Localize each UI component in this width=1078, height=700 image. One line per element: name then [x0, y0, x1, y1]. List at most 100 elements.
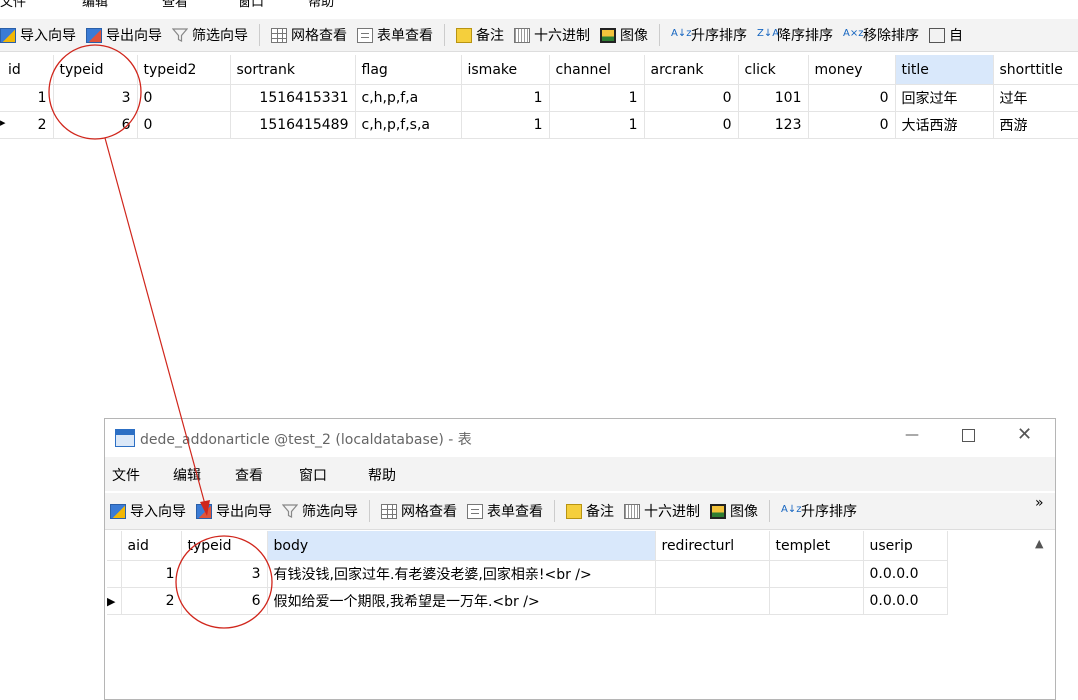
hex-label: 十六进制: [644, 504, 700, 520]
table-row[interactable]: 1 3 0 1516415331 c,h,p,f,a 1 1 0 101 0 回…: [0, 84, 1078, 112]
table-row[interactable]: ▶ 2 6 假如给爱一个期限,我希望是一万年.<br /> 0.0.0.0: [107, 587, 948, 615]
col-header-channel[interactable]: channel: [549, 55, 645, 85]
col-header-ismake[interactable]: ismake: [461, 55, 550, 85]
hex-button[interactable]: 十六进制: [509, 22, 595, 48]
export-wizard-button[interactable]: 导出向导: [191, 498, 277, 524]
menu-edit[interactable]: 编辑: [173, 465, 201, 485]
menu-window[interactable]: 窗口: [299, 465, 327, 485]
hex-button[interactable]: 十六进制: [619, 498, 705, 524]
cell-channel[interactable]: 1: [549, 84, 645, 112]
col-header-money[interactable]: money: [808, 55, 896, 85]
menu-file[interactable]: 文件: [0, 0, 26, 10]
grid-view-button[interactable]: 网格查看: [376, 498, 462, 524]
cell-money[interactable]: 0: [808, 84, 896, 112]
cell-flag[interactable]: c,h,p,f,a: [355, 84, 462, 112]
grid-icon: [381, 503, 397, 519]
cell-typeid[interactable]: 6: [53, 111, 138, 139]
cell-aid[interactable]: 1: [121, 560, 182, 588]
cell-shorttitle[interactable]: 西游: [993, 111, 1078, 139]
close-icon[interactable]: ✕: [1017, 424, 1032, 445]
cell-body[interactable]: 假如给爱一个期限,我希望是一万年.<br />: [267, 587, 656, 615]
table-row[interactable]: 1 3 有钱没钱,回家过年.有老婆没老婆,回家相亲!<br /> 0.0.0.0: [107, 560, 948, 588]
cell-typeid[interactable]: 3: [181, 560, 268, 588]
menu-window[interactable]: 窗口: [238, 0, 264, 10]
row-selector[interactable]: ▶: [107, 587, 122, 615]
sort-asc-button[interactable]: A↓z 升序排序: [666, 22, 752, 48]
minimize-icon[interactable]: —: [905, 427, 919, 443]
cell-sortrank[interactable]: 1516415331: [230, 84, 356, 112]
filter-wizard-button[interactable]: 筛选向导: [277, 498, 363, 524]
toolbar-divider: [369, 500, 370, 522]
cell-typeid2[interactable]: 0: [137, 84, 231, 112]
cell-click[interactable]: 123: [738, 111, 809, 139]
memo-button[interactable]: 备注: [451, 22, 509, 48]
maximize-icon[interactable]: [962, 429, 975, 442]
cell-typeid2[interactable]: 0: [137, 111, 231, 139]
cell-title[interactable]: 大话西游: [895, 111, 994, 139]
cell-click[interactable]: 101: [738, 84, 809, 112]
col-header-templet[interactable]: templet: [769, 531, 864, 561]
cell-id[interactable]: 1: [0, 84, 54, 112]
cell-money[interactable]: 0: [808, 111, 896, 139]
cell-userip[interactable]: 0.0.0.0: [863, 587, 948, 615]
col-header-click[interactable]: click: [738, 55, 809, 85]
row-selector[interactable]: [107, 560, 122, 588]
cell-flag[interactable]: c,h,p,f,s,a: [355, 111, 462, 139]
form-view-button[interactable]: 表单查看: [462, 498, 548, 524]
cell-redirecturl[interactable]: [655, 560, 770, 588]
import-wizard-button[interactable]: 导入向导: [105, 498, 191, 524]
cell-ismake[interactable]: 1: [461, 111, 550, 139]
cell-channel[interactable]: 1: [549, 111, 645, 139]
import-wizard-button[interactable]: 导入向导: [0, 22, 81, 48]
col-header-userip[interactable]: userip: [863, 531, 948, 561]
sort-asc-button[interactable]: A↓z 升序排序: [776, 498, 862, 524]
menu-view[interactable]: 查看: [235, 465, 263, 485]
scroll-up-icon[interactable]: ▲: [1035, 537, 1043, 550]
cell-templet[interactable]: [769, 560, 864, 588]
col-header-typeid[interactable]: typeid: [181, 531, 268, 561]
menu-view[interactable]: 查看: [162, 0, 188, 10]
col-header-arcrank[interactable]: arcrank: [644, 55, 739, 85]
cell-arcrank[interactable]: 0: [644, 111, 739, 139]
menu-help[interactable]: 帮助: [368, 465, 396, 485]
cell-ismake[interactable]: 1: [461, 84, 550, 112]
remove-sort-icon: A×z: [843, 27, 864, 39]
col-header-typeid2[interactable]: typeid2: [137, 55, 231, 85]
col-header-aid[interactable]: aid: [121, 531, 182, 561]
menu-help[interactable]: 帮助: [308, 0, 334, 10]
cell-redirecturl[interactable]: [655, 587, 770, 615]
col-header-body[interactable]: body: [267, 531, 656, 561]
image-button[interactable]: 图像: [705, 498, 763, 524]
auto-button[interactable]: 自: [924, 22, 968, 48]
sort-desc-button[interactable]: Z↓A 降序排序: [752, 22, 838, 48]
col-header-shorttitle[interactable]: shorttitle: [993, 55, 1078, 85]
col-header-title[interactable]: title: [895, 55, 994, 85]
col-header-sortrank[interactable]: sortrank: [230, 55, 356, 85]
cell-typeid[interactable]: 3: [53, 84, 138, 112]
menu-file[interactable]: 文件: [112, 465, 140, 485]
filter-wizard-button[interactable]: 筛选向导: [167, 22, 253, 48]
cell-body[interactable]: 有钱没钱,回家过年.有老婆没老婆,回家相亲!<br />: [267, 560, 656, 588]
col-header-redirecturl[interactable]: redirecturl: [655, 531, 770, 561]
table-row[interactable]: 2 6 0 1516415489 c,h,p,f,s,a 1 1 0 123 0…: [0, 111, 1078, 139]
remove-sort-button[interactable]: A×z 移除排序: [838, 22, 924, 48]
cell-aid[interactable]: 2: [121, 587, 182, 615]
col-header-flag[interactable]: flag: [355, 55, 462, 85]
cell-typeid[interactable]: 6: [181, 587, 268, 615]
row-selector-header: [107, 531, 122, 561]
cell-userip[interactable]: 0.0.0.0: [863, 560, 948, 588]
toolbar-overflow-icon[interactable]: »: [1035, 495, 1044, 511]
cell-templet[interactable]: [769, 587, 864, 615]
form-view-button[interactable]: 表单查看: [352, 22, 438, 48]
grid-view-button[interactable]: 网格查看: [266, 22, 352, 48]
cell-sortrank[interactable]: 1516415489: [230, 111, 356, 139]
export-wizard-button[interactable]: 导出向导: [81, 22, 167, 48]
cell-arcrank[interactable]: 0: [644, 84, 739, 112]
image-button[interactable]: 图像: [595, 22, 653, 48]
cell-title[interactable]: 回家过年: [895, 84, 994, 112]
menu-edit[interactable]: 编辑: [82, 0, 108, 10]
col-header-id[interactable]: id: [0, 55, 54, 85]
col-header-typeid[interactable]: typeid: [53, 55, 138, 85]
memo-button[interactable]: 备注: [561, 498, 619, 524]
cell-shorttitle[interactable]: 过年: [993, 84, 1078, 112]
